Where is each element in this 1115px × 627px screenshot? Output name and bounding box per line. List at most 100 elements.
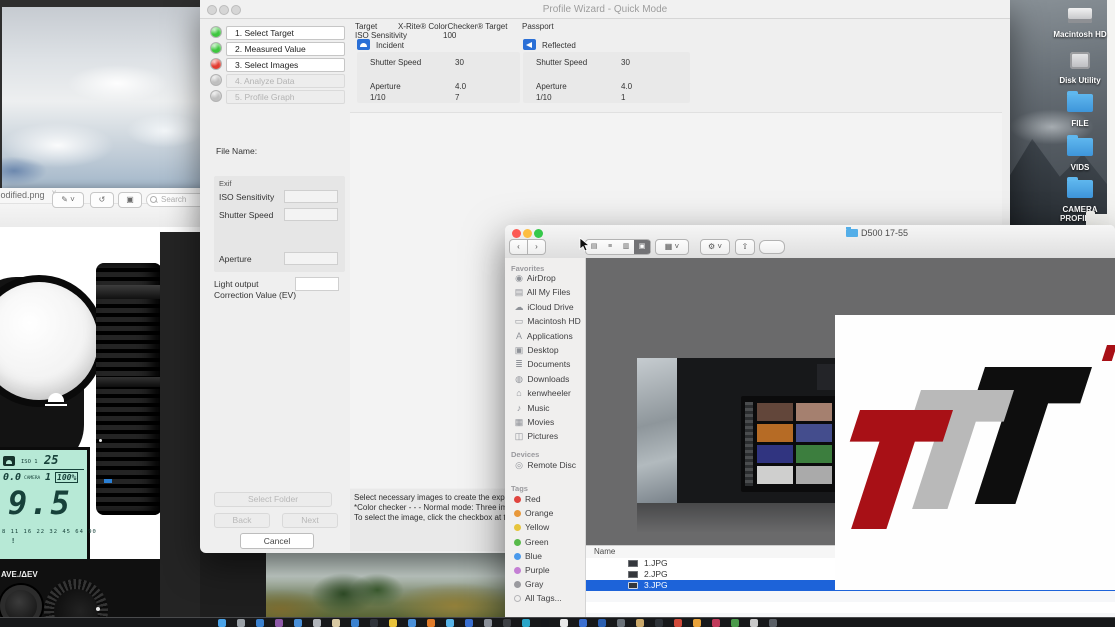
back-button[interactable]: ‹ — [509, 239, 528, 255]
light-output-input[interactable] — [295, 277, 339, 291]
dock-app-icon[interactable] — [636, 619, 644, 627]
sidebar-item-downloads[interactable]: ◍ Downloads — [513, 373, 569, 386]
sidebar-item-kenwheeler[interactable]: ⌂ kenwheeler — [513, 387, 571, 400]
name-column-header[interactable]: Name — [594, 546, 615, 558]
sidebar-item-airdrop[interactable]: ◉ AirDrop — [513, 272, 556, 285]
dock-app-icon[interactable] — [351, 619, 359, 627]
sidebar-item-all-my-files[interactable]: ▤ All My Files — [513, 286, 570, 299]
arrange-button[interactable]: ▦ ˅ — [655, 239, 689, 255]
back-button[interactable]: Back — [214, 513, 270, 528]
dock-app-icon[interactable] — [218, 619, 226, 627]
close-icon[interactable] — [207, 5, 217, 15]
dock-app-icon[interactable] — [712, 619, 720, 627]
dock-app-icon[interactable] — [769, 619, 777, 627]
toolbox-button[interactable]: ▣ — [118, 192, 142, 208]
sidebar-item-remote-disc[interactable]: ◎ Remote Disc — [513, 459, 576, 472]
desktop-icon-file[interactable]: FILE — [1052, 94, 1108, 128]
minimize-icon[interactable] — [523, 229, 532, 238]
dock-app-icon[interactable] — [503, 619, 511, 627]
desktop-icon-disk-utility[interactable]: Disk Utility — [1052, 52, 1108, 85]
dock-app-icon[interactable] — [579, 619, 587, 627]
sidebar-item-pictures[interactable]: ◫ Pictures — [513, 430, 558, 443]
step-status-icon — [211, 59, 221, 69]
sidebar-tag-orange[interactable]: Orange — [513, 507, 553, 520]
dock-app-icon[interactable] — [693, 619, 701, 627]
dock-app-icon[interactable] — [465, 619, 473, 627]
dock-app-icon[interactable] — [655, 619, 663, 627]
dock-app-icon[interactable] — [275, 619, 283, 627]
forward-button[interactable]: › — [527, 239, 546, 255]
close-icon[interactable] — [512, 229, 521, 238]
dock-app-icon[interactable] — [560, 619, 568, 627]
sidebar-tag-red[interactable]: Red — [513, 493, 541, 506]
applications-icon: A — [513, 330, 525, 343]
dock-app-icon[interactable] — [446, 619, 454, 627]
dock-app-icon[interactable] — [408, 619, 416, 627]
sidebar-tag-blue[interactable]: Blue — [513, 550, 542, 563]
dock-app-icon[interactable] — [617, 619, 625, 627]
dock[interactable] — [0, 617, 1115, 627]
action-gear-button[interactable]: ⚙ ˅ — [700, 239, 730, 255]
coverflow-view-button[interactable]: ▣ — [634, 240, 651, 254]
sidebar-tag-green[interactable]: Green — [513, 536, 549, 549]
dock-app-icon[interactable] — [294, 619, 302, 627]
dock-app-icon[interactable] — [484, 619, 492, 627]
column-view-button[interactable]: ▥ — [618, 240, 635, 254]
desktop-icon-macintosh-hd[interactable]: Macintosh HD — [1052, 8, 1108, 39]
sidebar-item-movies[interactable]: ▦ Movies — [513, 416, 554, 429]
desktop-icon-vids[interactable]: VIDS — [1052, 138, 1108, 172]
sidebar-tag-gray[interactable]: Gray — [513, 578, 543, 591]
select-folder-button[interactable]: Select Folder — [214, 492, 332, 507]
logo-overlay — [835, 315, 1115, 590]
finder-window-title: D500 17-55 — [861, 228, 908, 238]
sidebar-item-applications[interactable]: A Applications — [513, 330, 573, 343]
dock-app-icon[interactable] — [750, 619, 758, 627]
markup-button[interactable]: ✎ ˅ — [52, 192, 84, 208]
sidebar-item-macintosh-hd[interactable]: ▭ Macintosh HD — [513, 315, 581, 328]
rotate-button[interactable]: ↺ — [90, 192, 114, 208]
sidebar-tag-purple[interactable]: Purple — [513, 564, 550, 577]
wizard-step[interactable]: 4. Analyze Data — [210, 74, 350, 88]
sidebar-item-music[interactable]: ♪ Music — [513, 402, 550, 415]
tag-button[interactable] — [759, 240, 785, 254]
sidebar-tag-yellow[interactable]: Yellow — [513, 521, 549, 534]
sidebar-item-documents[interactable]: ≣ Documents — [513, 358, 570, 371]
wizard-step[interactable]: 3. Select Images — [210, 58, 350, 72]
list-view-button[interactable]: ≡ — [602, 240, 619, 254]
zoom-icon[interactable] — [231, 5, 241, 15]
step-status-icon — [211, 91, 221, 101]
dock-app-icon[interactable] — [731, 619, 739, 627]
incident-icon — [357, 39, 370, 50]
dock-app-icon[interactable] — [598, 619, 606, 627]
dock-app-icon[interactable] — [256, 619, 264, 627]
dock-app-icon[interactable] — [370, 619, 378, 627]
sidebar-item-desktop[interactable]: ▣ Desktop — [513, 344, 559, 357]
color-patch — [796, 424, 832, 442]
share-button[interactable]: ⇧ — [735, 239, 755, 255]
wizard-step[interactable]: 5. Profile Graph — [210, 90, 350, 104]
minimize-icon[interactable] — [219, 5, 229, 15]
dock-app-icon[interactable] — [427, 619, 435, 627]
dock-app-icon[interactable] — [674, 619, 682, 627]
reflected-label: Reflected — [542, 41, 576, 50]
sidebar-item-icloud-drive[interactable]: ☁ iCloud Drive — [513, 301, 574, 314]
wizard-step[interactable]: 2. Measured Value — [210, 42, 350, 56]
dock-app-icon[interactable] — [522, 619, 530, 627]
dock-app-icon[interactable] — [313, 619, 321, 627]
exif-field-input[interactable] — [284, 208, 338, 221]
downloads-icon: ◍ — [513, 373, 525, 386]
exif-field-input[interactable] — [284, 190, 338, 203]
sidebar-tag-all-tags-[interactable]: All Tags... — [513, 592, 562, 605]
drive-icon — [1068, 8, 1092, 23]
dock-app-icon[interactable] — [389, 619, 397, 627]
dock-app-icon[interactable] — [237, 619, 245, 627]
cancel-button[interactable]: Cancel — [240, 533, 314, 549]
home-icon: ⌂ — [513, 387, 525, 400]
dock-app-icon[interactable] — [541, 619, 549, 627]
exif-field-input[interactable] — [284, 252, 338, 265]
wizard-step[interactable]: 1. Select Target — [210, 26, 350, 40]
next-button[interactable]: Next — [282, 513, 338, 528]
zoom-icon[interactable] — [534, 229, 543, 238]
step-status-icon — [211, 75, 221, 85]
dock-app-icon[interactable] — [332, 619, 340, 627]
